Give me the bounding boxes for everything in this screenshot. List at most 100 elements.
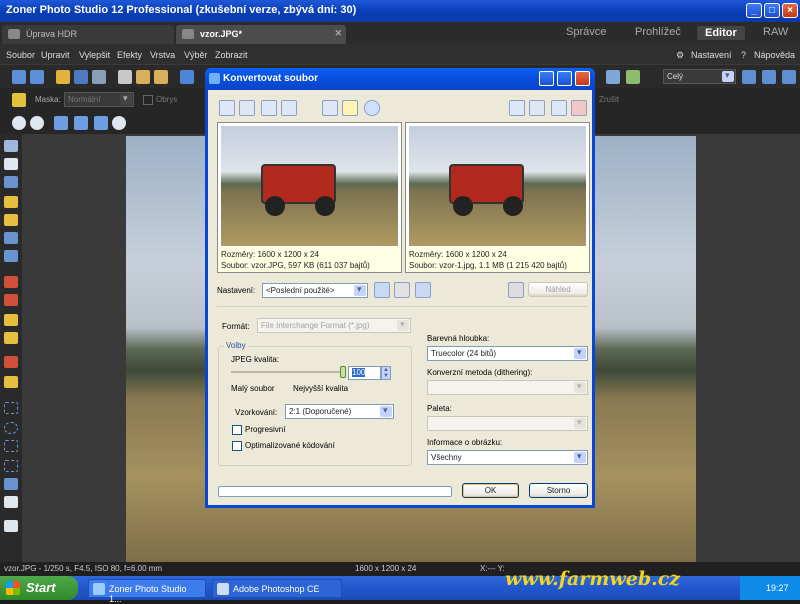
back-icon[interactable] (12, 70, 26, 84)
zoom-fill-icon[interactable] (94, 116, 108, 130)
brush-icon[interactable] (12, 93, 26, 107)
task-photoshop[interactable]: Adobe Photoshop CE (212, 579, 342, 598)
mode-editor[interactable]: Editor (697, 26, 745, 40)
cancel-button[interactable]: Storno (529, 483, 588, 498)
zoom-100-icon[interactable] (54, 116, 68, 130)
menu-file[interactable]: Soubor (6, 50, 35, 60)
menu-layer[interactable]: Vrstva (150, 50, 175, 60)
perspective-tool-icon[interactable] (4, 214, 18, 226)
gear-icon[interactable]: ⚙ (676, 50, 684, 61)
quality-slider-track[interactable] (231, 371, 343, 373)
settings-link[interactable]: Nastavení (691, 50, 732, 60)
tab-hdr[interactable]: Úprava HDR (2, 25, 174, 44)
single-view-icon[interactable] (551, 100, 567, 116)
help-icon[interactable]: ? (741, 50, 746, 60)
paste-special-icon[interactable] (154, 70, 168, 84)
batch-icon[interactable] (626, 70, 640, 84)
image-icon[interactable] (322, 100, 338, 116)
minimize-button[interactable]: _ (746, 3, 762, 18)
sampling-select[interactable]: 2:1 (Doporučené) (285, 404, 394, 419)
color-picker-icon[interactable] (4, 520, 18, 532)
paste-icon[interactable] (136, 70, 150, 84)
compare-icon[interactable] (606, 70, 620, 84)
mode-viewer[interactable]: Prohlížeč (627, 26, 689, 38)
clone-tool-icon[interactable] (4, 314, 18, 326)
zoom-fit-icon[interactable] (74, 116, 88, 130)
brush-tool-icon[interactable] (4, 332, 18, 344)
dialog-maximize-button[interactable] (557, 71, 572, 86)
print-icon[interactable] (92, 70, 106, 84)
hand-tool-icon[interactable] (4, 158, 18, 170)
zoom-out-icon[interactable] (239, 100, 255, 116)
menu-select[interactable]: Výběr (184, 50, 208, 60)
task-zoner[interactable]: Zoner Photo Studio 1... (88, 579, 206, 604)
start-button[interactable]: Start (0, 576, 78, 600)
copy-icon[interactable] (118, 70, 132, 84)
mask-select[interactable]: Normální (64, 92, 134, 107)
fullscreen-icon[interactable] (762, 70, 776, 84)
progressive-checkbox[interactable] (232, 425, 242, 435)
resize-tool-icon[interactable] (4, 232, 18, 244)
open-icon[interactable] (56, 70, 70, 84)
quality-spinner[interactable]: ▲ ▼ (381, 366, 391, 380)
brightness-icon[interactable] (342, 100, 358, 116)
save-icon[interactable] (74, 70, 88, 84)
undo-icon[interactable] (180, 70, 194, 84)
zoom-fit-icon[interactable] (281, 100, 297, 116)
rect-select-icon[interactable] (4, 402, 18, 414)
close-tab-icon[interactable]: ✕ (334, 28, 342, 39)
redeye-tool-icon[interactable] (4, 276, 18, 288)
menu-effects[interactable]: Efekty (117, 50, 142, 60)
menu-enhance[interactable]: Vylepšit (79, 50, 110, 60)
compare-icon[interactable] (571, 100, 587, 116)
menu-edit[interactable]: Upravit (41, 50, 70, 60)
info-icon[interactable] (364, 100, 380, 116)
delete-preset-icon[interactable] (394, 282, 410, 298)
maximize-button[interactable]: □ (764, 3, 780, 18)
zoom-out-icon[interactable] (30, 116, 44, 130)
magic-wand-icon[interactable] (4, 478, 18, 490)
fit-icon[interactable] (742, 70, 756, 84)
retouch-tool-icon[interactable] (4, 294, 18, 306)
lasso-select-icon[interactable] (4, 440, 18, 452)
forward-icon[interactable] (30, 70, 44, 84)
mode-manager[interactable]: Správce (558, 26, 614, 38)
quality-input[interactable]: 100 (348, 366, 381, 380)
image-info-select[interactable]: Všechny (427, 450, 588, 465)
close-button[interactable]: × (782, 3, 798, 18)
actual-size-icon[interactable] (782, 70, 796, 84)
dialog-minimize-button[interactable] (539, 71, 554, 86)
effects-tool-icon[interactable] (4, 250, 18, 262)
tab-vzor[interactable]: vzor.JPG* ✕ (176, 25, 346, 44)
dialog-close-button[interactable] (575, 71, 590, 86)
outline-checkbox[interactable] (143, 95, 153, 105)
print-icon[interactable] (508, 282, 524, 298)
reset-icon[interactable] (415, 282, 431, 298)
split-vertical-icon[interactable] (509, 100, 525, 116)
settings-select[interactable]: <Poslední použité> (262, 283, 368, 298)
zoom-100-icon[interactable] (261, 100, 277, 116)
fill-tool-icon[interactable] (4, 356, 18, 368)
optimized-checkbox[interactable] (232, 441, 242, 451)
mode-raw[interactable]: RAW (755, 26, 796, 38)
zoom-select[interactable]: Celý (663, 69, 736, 84)
menu-view[interactable]: Zobrazit (215, 50, 248, 60)
color-depth-select[interactable]: Truecolor (24 bitů) (427, 346, 588, 361)
straighten-tool-icon[interactable] (4, 196, 18, 208)
zoom-in-icon[interactable] (219, 100, 235, 116)
zoom-tool-icon[interactable] (4, 140, 18, 152)
cancel-tool-button[interactable]: Zrušit (599, 95, 619, 104)
poly-select-icon[interactable] (4, 460, 18, 472)
palette-select[interactable] (427, 416, 588, 431)
quality-slider-handle[interactable] (340, 366, 346, 378)
eraser-tool-icon[interactable] (4, 376, 18, 388)
dithering-select[interactable] (427, 380, 588, 395)
split-horizontal-icon[interactable] (529, 100, 545, 116)
zoom-tool-icon[interactable] (112, 116, 126, 130)
preview-button[interactable]: Náhled (528, 282, 588, 297)
ok-button[interactable]: OK (462, 483, 519, 498)
help-link[interactable]: Nápověda (754, 50, 795, 60)
zoom-in-icon[interactable] (12, 116, 26, 130)
ellipse-select-icon[interactable] (4, 422, 18, 434)
format-select[interactable]: File Interchange Format (*.jpg) (257, 318, 411, 333)
